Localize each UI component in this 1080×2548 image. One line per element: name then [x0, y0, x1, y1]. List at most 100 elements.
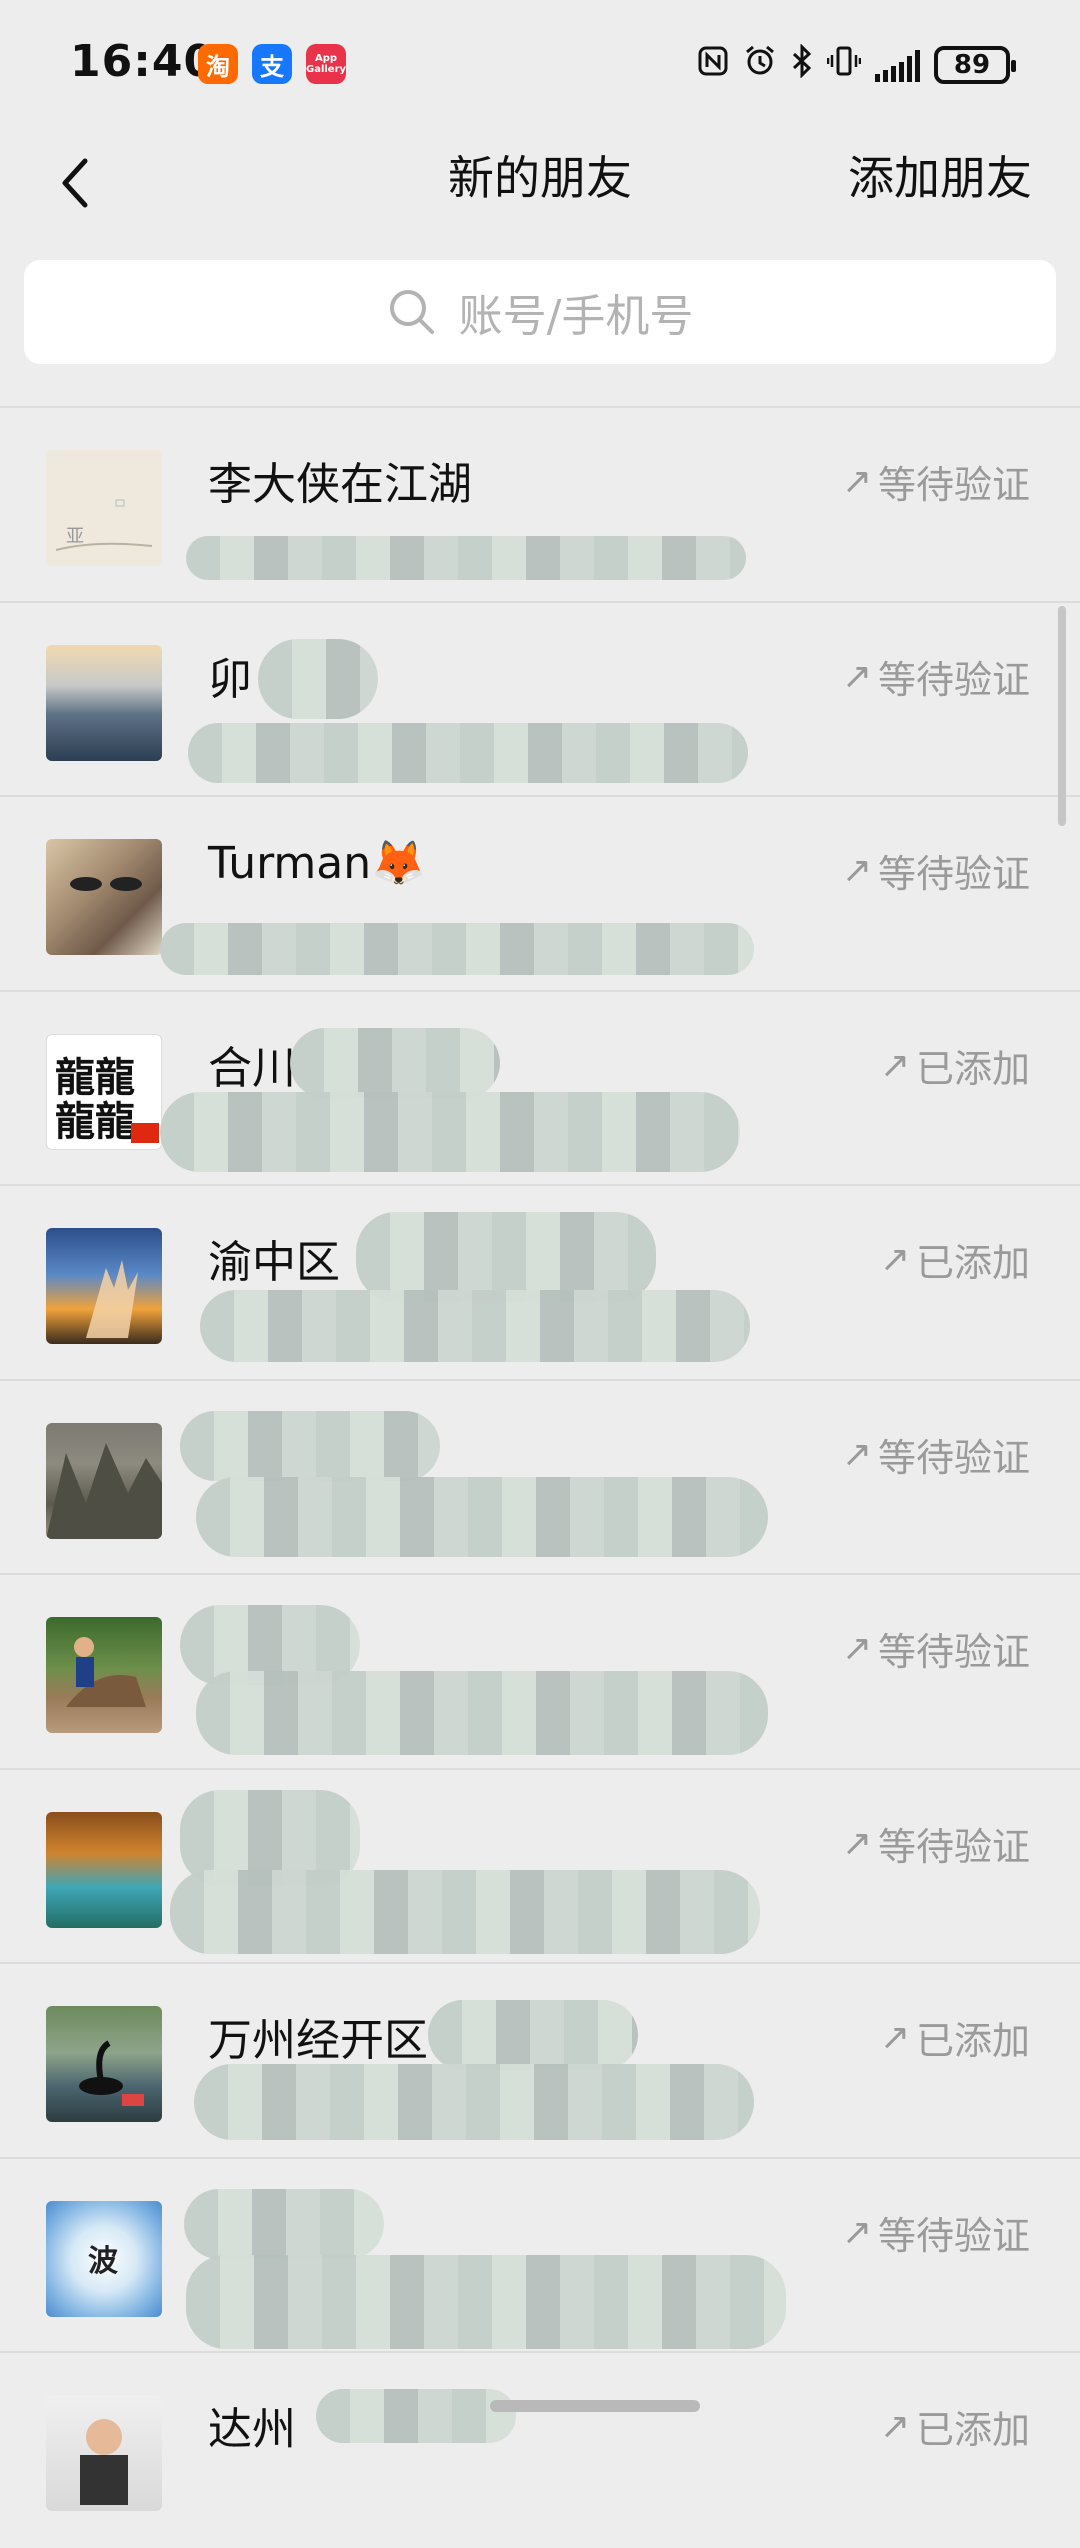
blurred-message	[186, 2254, 786, 2349]
svg-text:龍龍: 龍龍	[55, 1099, 135, 1145]
status-text: 已添加	[915, 2408, 1030, 2452]
list-item[interactable]: ↗ 等待验证	[0, 1381, 1080, 1575]
blurred-name	[258, 638, 378, 719]
search-icon	[389, 290, 434, 334]
search-placeholder: 账号/手机号	[458, 291, 694, 342]
arrow-up-right-icon: ↗	[879, 2017, 910, 2058]
notification-app-icons: 淘 支 App Gallery	[198, 44, 346, 84]
taobao-app-icon: 淘	[198, 44, 238, 84]
status-label: ↗ 等待验证	[842, 1816, 1030, 1871]
friend-name: 渝中区	[208, 1237, 340, 1288]
list-item[interactable]: 亚 李大侠在江湖 ↗ 等待验证	[0, 408, 1080, 603]
friend-name: 合川	[208, 1042, 296, 1094]
blurred-message	[194, 2064, 754, 2140]
avatar	[46, 839, 162, 955]
status-text: 等待验证	[877, 2213, 1030, 2258]
blurred-name	[180, 1410, 440, 1481]
arrow-up-right-icon: ↗	[879, 1239, 910, 1280]
arrow-up-right-icon: ↗	[841, 850, 872, 891]
signal-icon	[875, 48, 920, 82]
alipay-app-icon: 支	[252, 44, 292, 84]
status-label: ↗ 已添加	[880, 1232, 1030, 1287]
status-text: 已添加	[915, 1241, 1030, 1285]
arrow-up-right-icon: ↗	[841, 655, 872, 697]
list-item[interactable]: ↗ 等待验证	[0, 1575, 1080, 1770]
search-input[interactable]: 账号/手机号	[24, 260, 1056, 364]
status-text: 等待验证	[877, 1435, 1030, 1480]
svg-text:亚: 亚	[66, 526, 84, 547]
friend-name: 卯	[208, 653, 252, 705]
blurred-name	[356, 1212, 656, 1302]
blurred-message	[170, 1869, 760, 1954]
blurred-name	[428, 2000, 638, 2070]
blurred-name	[184, 2188, 384, 2259]
alarm-icon	[743, 44, 777, 86]
avatar: 波	[46, 2200, 162, 2317]
status-text: 等待验证	[877, 463, 1030, 507]
scrollbar[interactable]	[1058, 606, 1066, 826]
status-label: ↗ 等待验证	[842, 2205, 1030, 2260]
status-label: ↗ 等待验证	[842, 843, 1030, 898]
home-indicator[interactable]	[490, 2400, 700, 2412]
avatar: 亚	[46, 450, 162, 566]
add-friend-button[interactable]: 添加朋友	[848, 142, 1032, 208]
avatar	[46, 2006, 162, 2122]
status-text: 等待验证	[877, 852, 1030, 896]
list-item[interactable]: 卯 ↗ 等待验证	[0, 603, 1080, 797]
arrow-up-right-icon: ↗	[841, 461, 872, 502]
status-text: 等待验证	[877, 1824, 1030, 1869]
bluetooth-icon	[791, 43, 813, 86]
clock: 16:40	[70, 36, 216, 87]
new-friends-list: 亚 李大侠在江湖 ↗ 等待验证 卯 ↗ 等待验证 Turman🦊 ↗ 等待验证 龍龍龍…	[0, 406, 1080, 2548]
blurred-name	[290, 1027, 500, 1098]
blurred-message	[160, 923, 754, 975]
avatar	[46, 1617, 162, 1733]
status-label: ↗ 等待验证	[842, 1621, 1030, 1676]
avatar: 龍龍 龍龍	[46, 1033, 162, 1150]
list-item[interactable]: 渝中区 ↗ 已添加	[0, 1186, 1080, 1381]
status-label: ↗ 已添加	[880, 2399, 1030, 2454]
avatar	[46, 1228, 162, 1344]
nfc-icon	[697, 45, 729, 85]
list-item[interactable]: 龍龍 龍龍 合川 ↗ 已添加	[0, 992, 1080, 1186]
avatar	[46, 1811, 162, 1928]
status-text: 等待验证	[877, 657, 1030, 702]
blurred-message	[160, 1091, 740, 1172]
nav-bar: 新的朋友 添加朋友	[0, 130, 1080, 240]
friend-name: 达州	[208, 2404, 296, 2455]
status-label: ↗ 等待验证	[842, 649, 1030, 704]
blurred-message	[188, 722, 748, 783]
friend-name: 万州经开区	[208, 2015, 428, 2066]
system-status-icons: 89	[697, 43, 1016, 86]
list-item[interactable]: 达州 ↗ 已添加	[0, 2353, 1080, 2548]
blurred-message	[200, 1290, 750, 1362]
avatar	[46, 644, 162, 761]
status-label: ↗ 已添加	[880, 2010, 1030, 2065]
arrow-up-right-icon: ↗	[841, 2211, 872, 2253]
avatar	[46, 1422, 162, 1539]
blurred-name	[316, 2389, 516, 2443]
blurred-message	[196, 1476, 768, 1557]
avatar	[46, 2395, 162, 2511]
svg-text:龍龍: 龍龍	[55, 1055, 135, 1101]
arrow-up-right-icon: ↗	[879, 1044, 910, 1086]
list-item[interactable]: 波 ↗ 等待验证	[0, 2159, 1080, 2353]
status-text: 已添加	[915, 1046, 1030, 1091]
svg-text:波: 波	[88, 2244, 119, 2279]
friend-name: 李大侠在江湖	[208, 459, 472, 510]
arrow-up-right-icon: ↗	[879, 2406, 910, 2447]
status-label: ↗ 已添加	[880, 1038, 1030, 1093]
vibrate-icon	[826, 44, 862, 86]
status-text: 等待验证	[877, 1630, 1030, 1674]
list-item[interactable]: 万州经开区 ↗ 已添加	[0, 1964, 1080, 2159]
arrow-up-right-icon: ↗	[841, 1433, 872, 1475]
list-item[interactable]: ↗ 等待验证	[0, 1770, 1080, 1964]
app-gallery-icon: App Gallery	[306, 44, 346, 84]
status-bar: 16:40 淘 支 App Gallery 89	[0, 0, 1080, 130]
friend-name: Turman🦊	[208, 838, 426, 889]
status-text: 已添加	[915, 2019, 1030, 2063]
list-item[interactable]: Turman🦊 ↗ 等待验证	[0, 797, 1080, 992]
arrow-up-right-icon: ↗	[841, 1628, 872, 1669]
battery-icon: 89	[934, 46, 1016, 84]
arrow-up-right-icon: ↗	[841, 1822, 872, 1864]
